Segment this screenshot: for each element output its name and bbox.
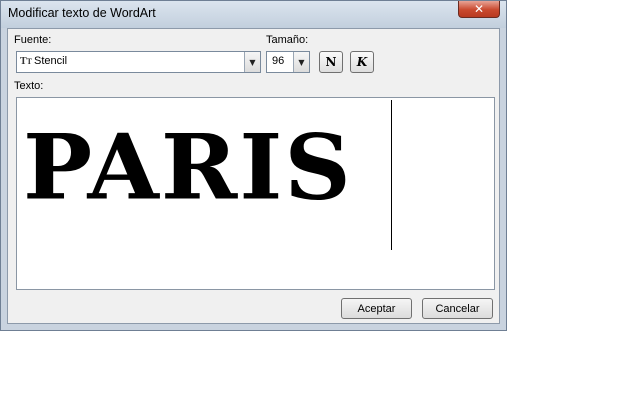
size-label: Tamaño:: [266, 34, 309, 46]
cancel-button[interactable]: Cancelar: [422, 298, 493, 319]
wordart-dialog: Modificar texto de WordArt ✕ Fuente: TT …: [0, 0, 507, 331]
text-label: Texto:: [14, 80, 44, 92]
dialog-body: Fuente: TT Stencil ▼ Tamaño: 96 ▼ N K Te…: [7, 28, 500, 324]
font-select-value: Stencil: [34, 55, 68, 67]
italic-button[interactable]: K: [350, 51, 374, 73]
font-dropdown-button[interactable]: ▼: [244, 52, 260, 72]
text-input[interactable]: PARIS: [16, 97, 495, 290]
chevron-down-icon: ▼: [298, 57, 305, 67]
font-select[interactable]: TT Stencil ▼: [16, 51, 261, 73]
truetype-font-icon: TT: [20, 56, 33, 67]
size-select[interactable]: 96 ▼: [266, 51, 310, 73]
bold-button[interactable]: N: [319, 51, 343, 73]
close-icon: ✕: [473, 2, 485, 16]
title-bar: Modificar texto de WordArt ✕: [1, 1, 506, 28]
font-label: Fuente:: [14, 34, 52, 46]
close-button[interactable]: ✕: [458, 1, 500, 18]
size-dropdown-button[interactable]: ▼: [293, 52, 309, 72]
wordart-text: PARIS: [23, 114, 353, 220]
dialog-title: Modificar texto de WordArt: [8, 6, 156, 20]
text-caret: [391, 100, 392, 250]
ok-button[interactable]: Aceptar: [341, 298, 412, 319]
size-select-value: 96: [272, 55, 285, 67]
bold-icon: N: [325, 55, 337, 69]
chevron-down-icon: ▼: [249, 57, 256, 67]
italic-icon: K: [356, 55, 368, 69]
